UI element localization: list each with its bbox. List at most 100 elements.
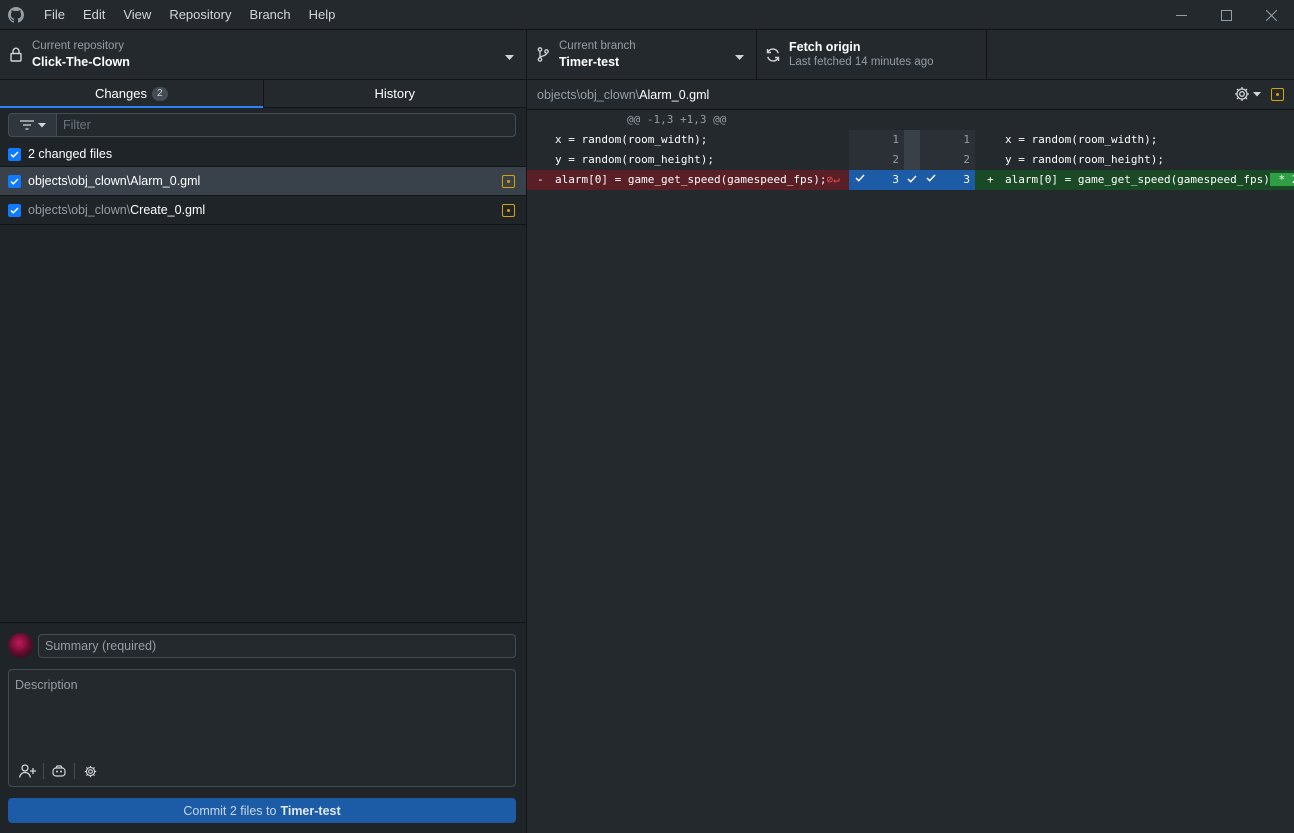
modified-icon <box>502 175 515 188</box>
branch-icon <box>527 47 559 62</box>
file-name: Alarm_0.gml <box>130 174 201 188</box>
filter-icon <box>19 120 34 130</box>
menu-help[interactable]: Help <box>300 0 345 30</box>
diff-panel: objects\obj_clown\ Alarm_0.gml @@ -1,3 +1… <box>527 80 1294 833</box>
diff-row-changed: - alarm[0] = game_get_speed(gamespeed_fps… <box>527 170 1294 190</box>
lock-icon <box>0 47 32 62</box>
menu-file[interactable]: File <box>35 0 74 30</box>
chevron-down-icon <box>1253 91 1261 96</box>
added-sign: + <box>987 173 994 186</box>
add-coauthor-button[interactable] <box>17 762 39 780</box>
filter-options-button[interactable] <box>8 113 56 137</box>
commit-button-label: Commit 2 files to <box>183 803 277 818</box>
chevron-down-icon <box>735 50 744 64</box>
tab-history-label: History <box>374 86 415 101</box>
old-code: y = random(room_height); <box>555 153 714 166</box>
fetch-title: Fetch origin <box>789 40 861 54</box>
hunk-header: @@ -1,3 +1,3 @@ <box>527 110 1294 130</box>
toolbar: Current repository Click-The-Clown Curre… <box>0 30 1294 80</box>
check-icon <box>926 174 936 182</box>
hunk-toggle[interactable] <box>904 170 920 190</box>
removed-sign: - <box>537 173 544 186</box>
maximize-button[interactable] <box>1204 0 1249 30</box>
avatar <box>8 633 33 658</box>
current-repository-button[interactable]: Current repository Click-The-Clown <box>0 30 527 79</box>
description-input[interactable] <box>9 670 515 756</box>
check-icon <box>855 174 865 182</box>
commit-form: Commit 2 files to Timer-test <box>0 622 526 833</box>
diff-row: y = random(room_height); 2 2 y = random(… <box>527 150 1294 170</box>
select-all-checkbox[interactable] <box>8 147 21 161</box>
diff-path-name: Alarm_0.gml <box>639 87 710 102</box>
new-line-number[interactable]: 2 <box>920 150 975 170</box>
old-code: x = random(room_width); <box>555 133 708 146</box>
tab-history[interactable]: History <box>262 80 527 107</box>
sidebar-tabs: Changes 2 History <box>0 80 526 108</box>
minimize-button[interactable] <box>1159 0 1204 30</box>
sync-icon <box>757 47 789 63</box>
diff-path-dir: objects\obj_clown\ <box>537 87 640 102</box>
check-icon <box>907 175 917 183</box>
branch-name: Timer-test <box>559 55 620 69</box>
old-line-number: 3 <box>892 173 899 186</box>
gear-icon <box>84 765 96 777</box>
file-checkbox[interactable] <box>8 174 21 188</box>
changes-sidebar: Changes 2 History 2 changed files object… <box>0 80 527 833</box>
github-logo-icon <box>0 0 32 30</box>
diff-options-button[interactable] <box>1234 86 1261 102</box>
description-box <box>8 669 516 787</box>
filter-input[interactable] <box>56 113 516 137</box>
menu-edit[interactable]: Edit <box>74 0 114 30</box>
summary-input[interactable] <box>38 634 516 658</box>
chevron-down-icon <box>37 122 46 127</box>
copilot-button[interactable] <box>48 762 70 780</box>
menu-view[interactable]: View <box>114 0 160 30</box>
file-name: Create_0.gml <box>130 203 206 217</box>
tab-changes[interactable]: Changes 2 <box>0 80 263 108</box>
commit-button[interactable]: Commit 2 files to Timer-test <box>8 798 516 823</box>
select-all-label: 2 changed files <box>28 147 113 161</box>
fetch-origin-button[interactable]: Fetch origin Last fetched 14 minutes ago <box>757 30 987 79</box>
modified-icon <box>1271 88 1284 101</box>
menu-repository[interactable]: Repository <box>160 0 240 30</box>
chevron-down-icon <box>505 50 514 64</box>
menu-branch[interactable]: Branch <box>240 0 299 30</box>
repository-label: Current repository <box>32 40 125 52</box>
repository-name: Click-The-Clown <box>32 55 130 69</box>
title-bar: File Edit View Repository Branch Help <box>0 0 1294 30</box>
diff-row: x = random(room_width); 1 1 x = random(r… <box>527 130 1294 150</box>
old-line-toggle[interactable]: 3 <box>849 170 904 190</box>
modified-icon <box>502 204 515 217</box>
new-code: alarm[0] = game_get_speed(gamespeed_fps) <box>1005 173 1270 186</box>
old-line-number[interactable]: 2 <box>849 150 904 170</box>
changes-count-badge: 2 <box>151 86 168 101</box>
copilot-icon <box>52 765 66 777</box>
tab-changes-label: Changes <box>94 86 147 101</box>
fetch-subtitle: Last fetched 14 minutes ago <box>789 56 934 68</box>
old-line-number[interactable]: 1 <box>849 130 904 150</box>
new-line-number: 3 <box>963 173 970 186</box>
close-button[interactable] <box>1249 0 1294 30</box>
gear-icon <box>1235 87 1249 101</box>
filter-row <box>0 108 526 142</box>
new-line-number[interactable]: 1 <box>920 130 975 150</box>
current-branch-button[interactable]: Current branch Timer-test <box>527 30 757 79</box>
commit-settings-button[interactable] <box>79 762 101 780</box>
no-newline-icon: ⊘↵ <box>826 173 840 186</box>
select-all-row: 2 changed files <box>0 142 526 167</box>
new-code: x = random(room_width); <box>1005 133 1158 146</box>
old-code: alarm[0] = game_get_speed(gamespeed_fps)… <box>555 173 827 186</box>
file-row[interactable]: objects\obj_clown\Alarm_0.gml <box>0 167 526 196</box>
file-dir: objects\obj_clown\ <box>28 203 131 217</box>
file-row[interactable]: objects\obj_clown\Create_0.gml <box>0 196 526 225</box>
new-line-toggle[interactable]: 3 <box>920 170 975 190</box>
add-person-icon <box>19 764 36 778</box>
file-checkbox[interactable] <box>8 203 21 217</box>
file-dir: objects\obj_clown\ <box>28 174 131 188</box>
commit-button-branch: Timer-test <box>280 803 341 818</box>
diff-header: objects\obj_clown\ Alarm_0.gml <box>527 80 1294 110</box>
new-code: y = random(room_height); <box>1005 153 1164 166</box>
added-highlight: * 2 <box>1269 173 1294 186</box>
branch-label: Current branch <box>559 40 636 52</box>
description-toolbar <box>17 762 101 780</box>
